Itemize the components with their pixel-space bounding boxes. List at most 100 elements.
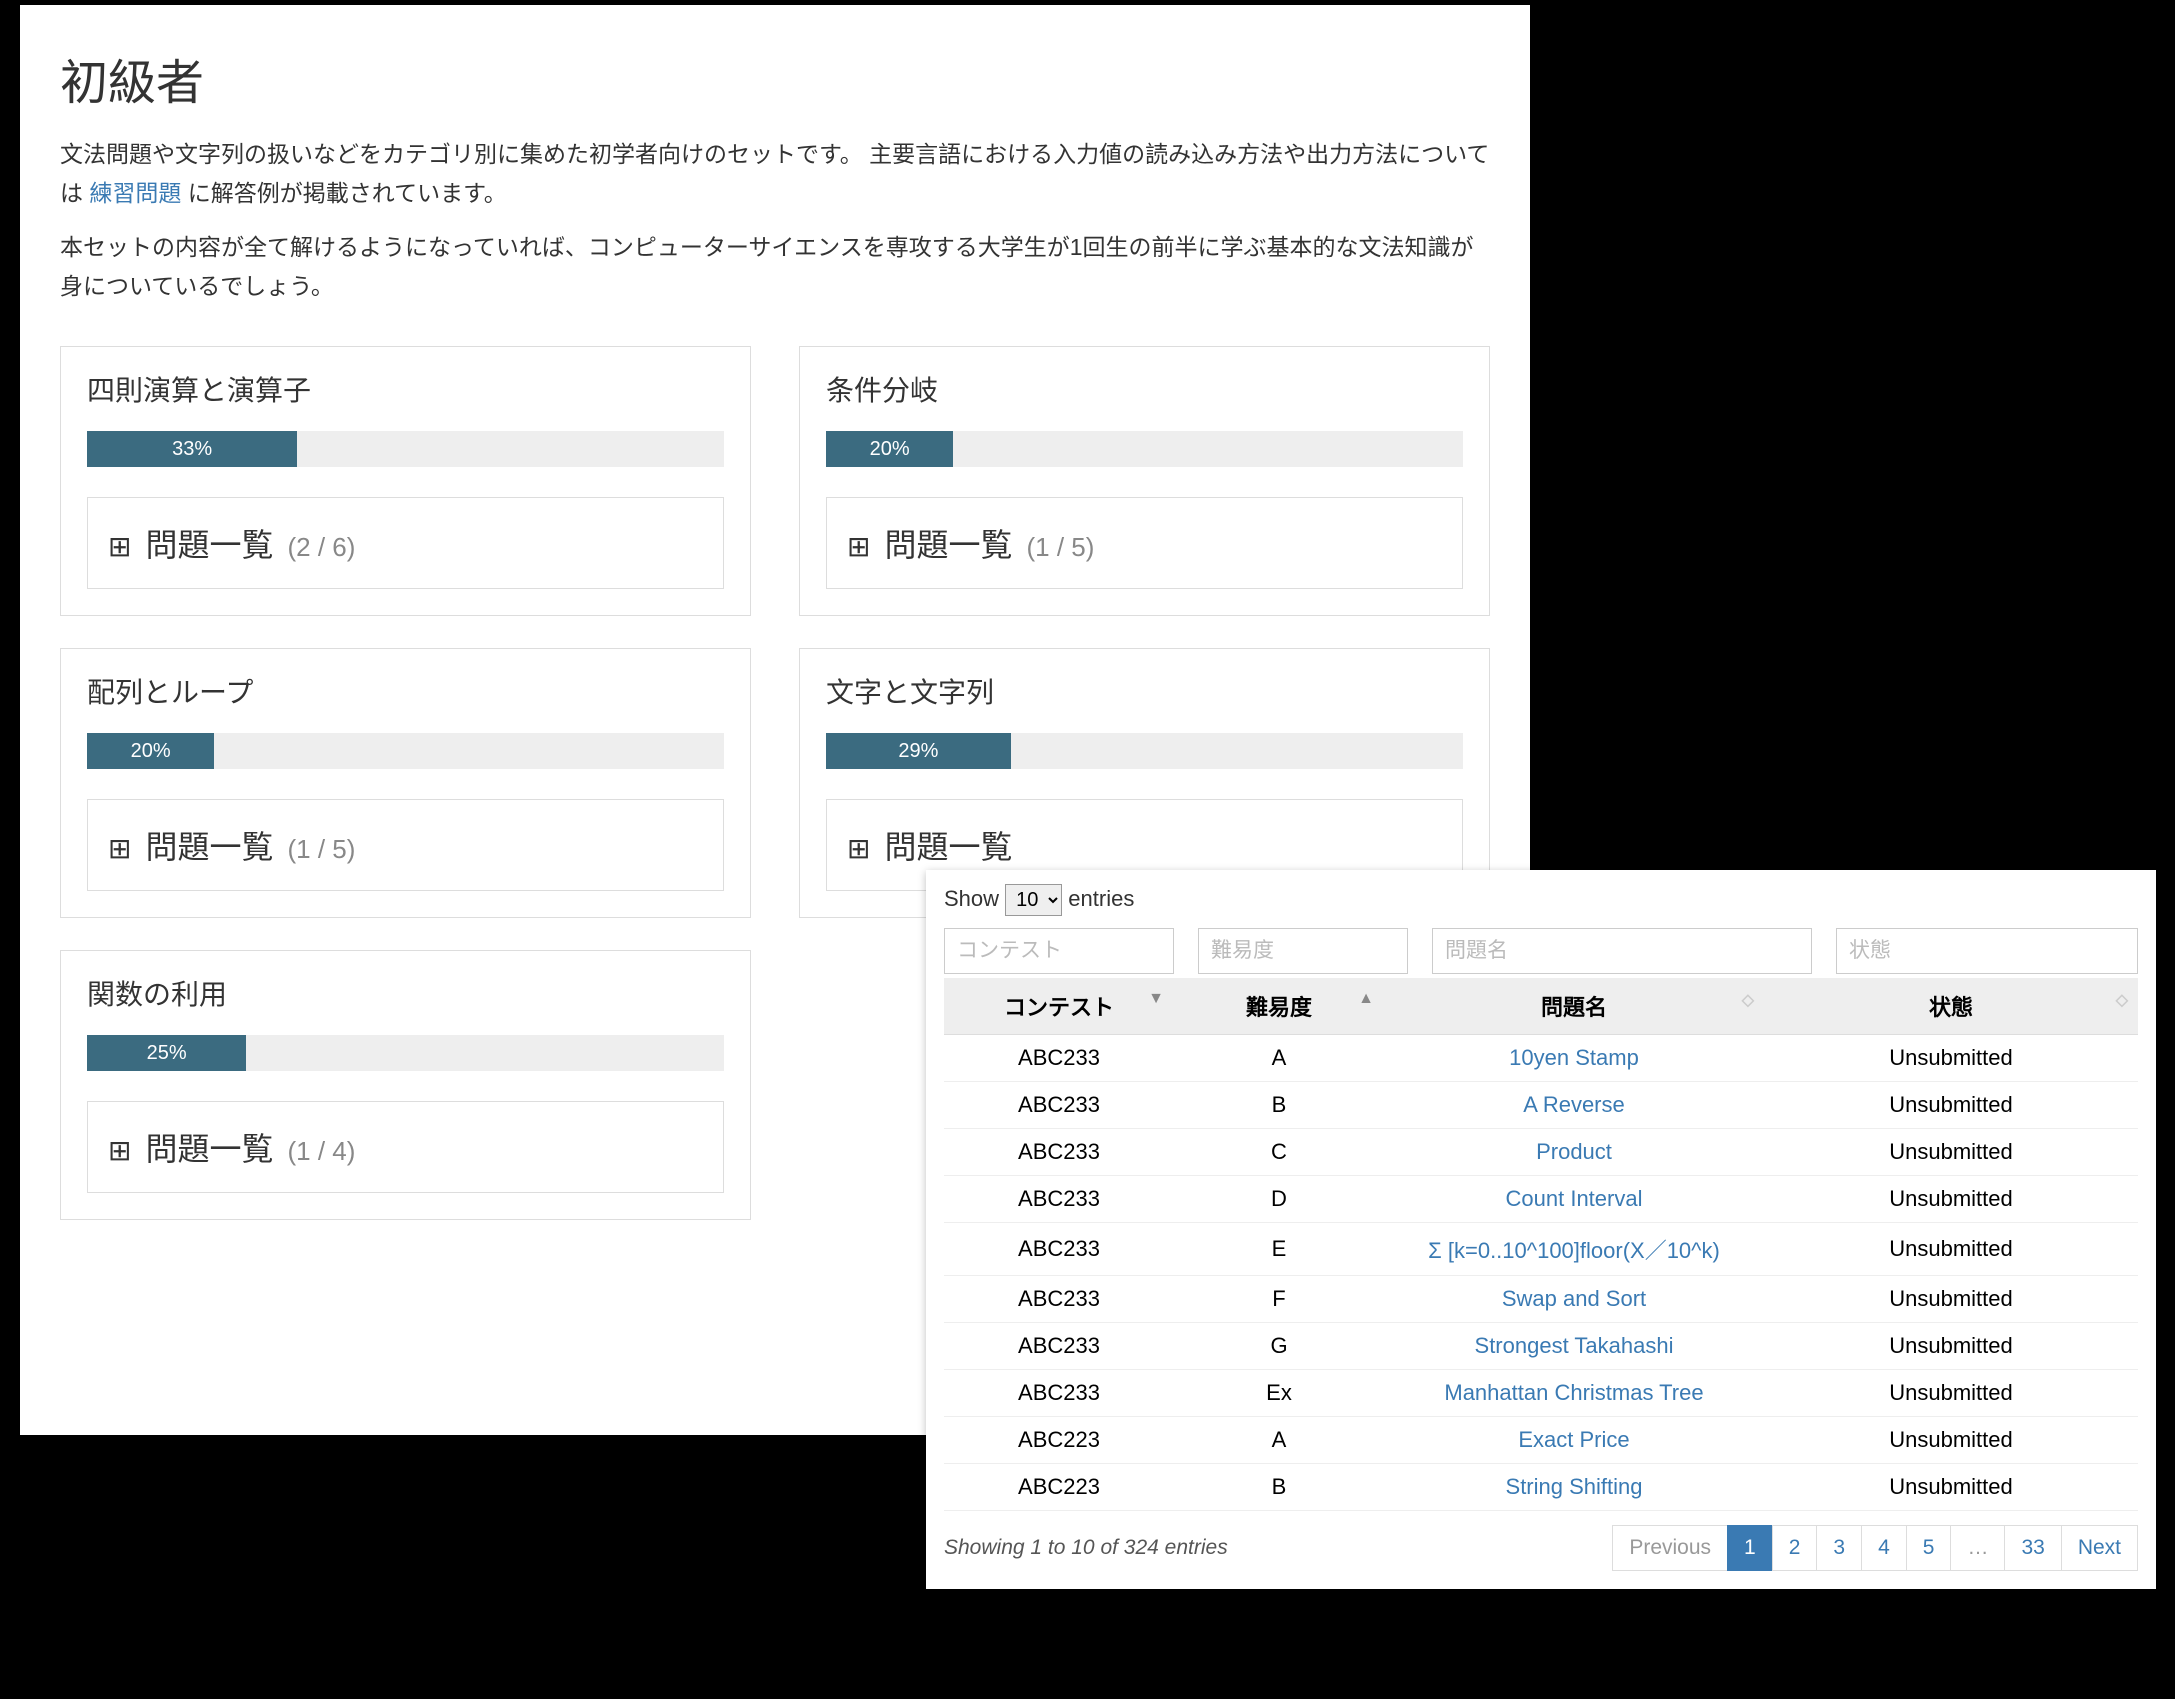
accordion-title: 問題一覧 [884,520,1012,566]
cell-contest: ABC233 [944,1370,1174,1417]
category-card: 関数の利用 25% ⊞ 問題一覧 (1 / 4) [60,950,751,1220]
cell-status: Unsubmitted [1764,1176,2138,1223]
cell-contest: ABC233 [944,1223,1174,1276]
cell-status: Unsubmitted [1764,1464,2138,1511]
problem-link[interactable]: Manhattan Christmas Tree [1444,1380,1703,1405]
cell-problem: Swap and Sort [1384,1276,1764,1323]
cell-contest: ABC233 [944,1035,1174,1082]
problem-list-toggle[interactable]: ⊞ 問題一覧 (1 / 4) [87,1101,724,1193]
accordion-title: 問題一覧 [145,520,273,566]
progress-bar: 29% [826,733,1463,769]
expand-icon: ⊞ [108,1134,131,1167]
cell-difficulty: B [1174,1464,1384,1511]
filter-problem[interactable] [1432,928,1812,974]
table-row: ABC233 E Σ [k=0..10^100]floor(X／10^k) Un… [944,1223,2138,1276]
cell-status: Unsubmitted [1764,1129,2138,1176]
accordion-count: (2 / 6) [287,532,355,563]
cell-difficulty: A [1174,1035,1384,1082]
sort-asc-icon: ▲ [1358,990,1374,1008]
category-card: 条件分岐 20% ⊞ 問題一覧 (1 / 5) [799,346,1490,616]
accordion-title: 問題一覧 [145,1124,273,1170]
filter-status[interactable] [1836,928,2138,974]
table-row: ABC233 A 10yen Stamp Unsubmitted [944,1035,2138,1082]
progress-fill: 25% [87,1035,246,1071]
problem-link[interactable]: Count Interval [1506,1186,1643,1211]
problem-link[interactable]: Strongest Takahashi [1475,1333,1674,1358]
card-title: 文字と文字列 [800,649,1489,733]
problem-link[interactable]: Exact Price [1518,1427,1629,1452]
cell-status: Unsubmitted [1764,1323,2138,1370]
cell-contest: ABC223 [944,1464,1174,1511]
page-button[interactable]: Next [2061,1525,2138,1571]
sort-desc-icon: ▼ [1148,990,1164,1008]
th-status[interactable]: 状態◇ [1764,978,2138,1035]
cell-contest: ABC233 [944,1129,1174,1176]
cell-problem: A Reverse [1384,1082,1764,1129]
page-button[interactable]: 2 [1772,1525,1818,1571]
expand-icon: ⊞ [847,832,870,865]
card-title: 四則演算と演算子 [61,347,750,431]
problem-link[interactable]: Product [1536,1139,1612,1164]
practice-link[interactable]: 練習問題 [89,180,181,206]
cell-problem: Exact Price [1384,1417,1764,1464]
page-button[interactable]: 4 [1861,1525,1907,1571]
category-card: 四則演算と演算子 33% ⊞ 問題一覧 (2 / 6) [60,346,751,616]
cell-status: Unsubmitted [1764,1370,2138,1417]
table-row: ABC223 A Exact Price Unsubmitted [944,1417,2138,1464]
progress-bar: 25% [87,1035,724,1071]
card-title: 条件分岐 [800,347,1489,431]
length-prefix: Show [944,886,999,911]
cell-status: Unsubmitted [1764,1082,2138,1129]
problem-link[interactable]: Σ [k=0..10^100]floor(X／10^k) [1428,1238,1720,1263]
cell-status: Unsubmitted [1764,1276,2138,1323]
expand-icon: ⊞ [108,832,131,865]
cell-problem: String Shifting [1384,1464,1764,1511]
page-button: … [1950,1525,2005,1571]
page-button[interactable]: 5 [1906,1525,1952,1571]
problem-link[interactable]: A Reverse [1523,1092,1625,1117]
table-row: ABC223 B String Shifting Unsubmitted [944,1464,2138,1511]
progress-fill: 20% [87,733,214,769]
table-panel: Show 10 entries コンテスト▼ 難易度▲ 問題名◇ 状態◇ ABC… [926,870,2156,1589]
cell-problem: Product [1384,1129,1764,1176]
length-select[interactable]: 10 [1005,884,1062,916]
cell-contest: ABC233 [944,1082,1174,1129]
cell-difficulty: D [1174,1176,1384,1223]
page-title: 初級者 [60,43,1490,113]
problem-list-toggle[interactable]: ⊞ 問題一覧 (1 / 5) [87,799,724,891]
th-contest[interactable]: コンテスト▼ [944,978,1174,1035]
cell-difficulty: E [1174,1223,1384,1276]
length-control: Show 10 entries [944,884,2138,916]
page-button[interactable]: 33 [2004,1525,2061,1571]
sort-icon: ◇ [2116,990,2128,1010]
th-difficulty[interactable]: 難易度▲ [1174,978,1384,1035]
problem-link[interactable]: 10yen Stamp [1509,1045,1639,1070]
page-button[interactable]: 1 [1727,1525,1773,1571]
page-button: Previous [1612,1525,1728,1571]
problem-link[interactable]: String Shifting [1506,1474,1643,1499]
filter-contest[interactable] [944,928,1174,974]
th-problem[interactable]: 問題名◇ [1384,978,1764,1035]
problems-table: コンテスト▼ 難易度▲ 問題名◇ 状態◇ ABC233 A 10yen Stam… [944,978,2138,1511]
table-row: ABC233 G Strongest Takahashi Unsubmitted [944,1323,2138,1370]
description-1: 文法問題や文字列の扱いなどをカテゴリ別に集めた初学者向けのセットです。 主要言語… [60,135,1490,213]
filter-difficulty[interactable] [1198,928,1408,974]
page-button[interactable]: 3 [1816,1525,1862,1571]
accordion-count: (1 / 5) [1026,532,1094,563]
cell-contest: ABC233 [944,1323,1174,1370]
problem-list-toggle[interactable]: ⊞ 問題一覧 (1 / 5) [826,497,1463,589]
filter-row [944,928,2138,974]
accordion-title: 問題一覧 [145,822,273,868]
table-footer: Showing 1 to 10 of 324 entries Previous1… [944,1525,2138,1571]
category-card: 配列とループ 20% ⊞ 問題一覧 (1 / 5) [60,648,751,918]
table-row: ABC233 C Product Unsubmitted [944,1129,2138,1176]
length-suffix: entries [1068,886,1134,911]
card-title: 関数の利用 [61,951,750,1035]
progress-fill: 33% [87,431,297,467]
cell-status: Unsubmitted [1764,1223,2138,1276]
problem-list-toggle[interactable]: ⊞ 問題一覧 (2 / 6) [87,497,724,589]
description-1-post: に解答例が掲載されています。 [188,180,507,206]
expand-icon: ⊞ [108,530,131,563]
table-row: ABC233 F Swap and Sort Unsubmitted [944,1276,2138,1323]
problem-link[interactable]: Swap and Sort [1502,1286,1646,1311]
